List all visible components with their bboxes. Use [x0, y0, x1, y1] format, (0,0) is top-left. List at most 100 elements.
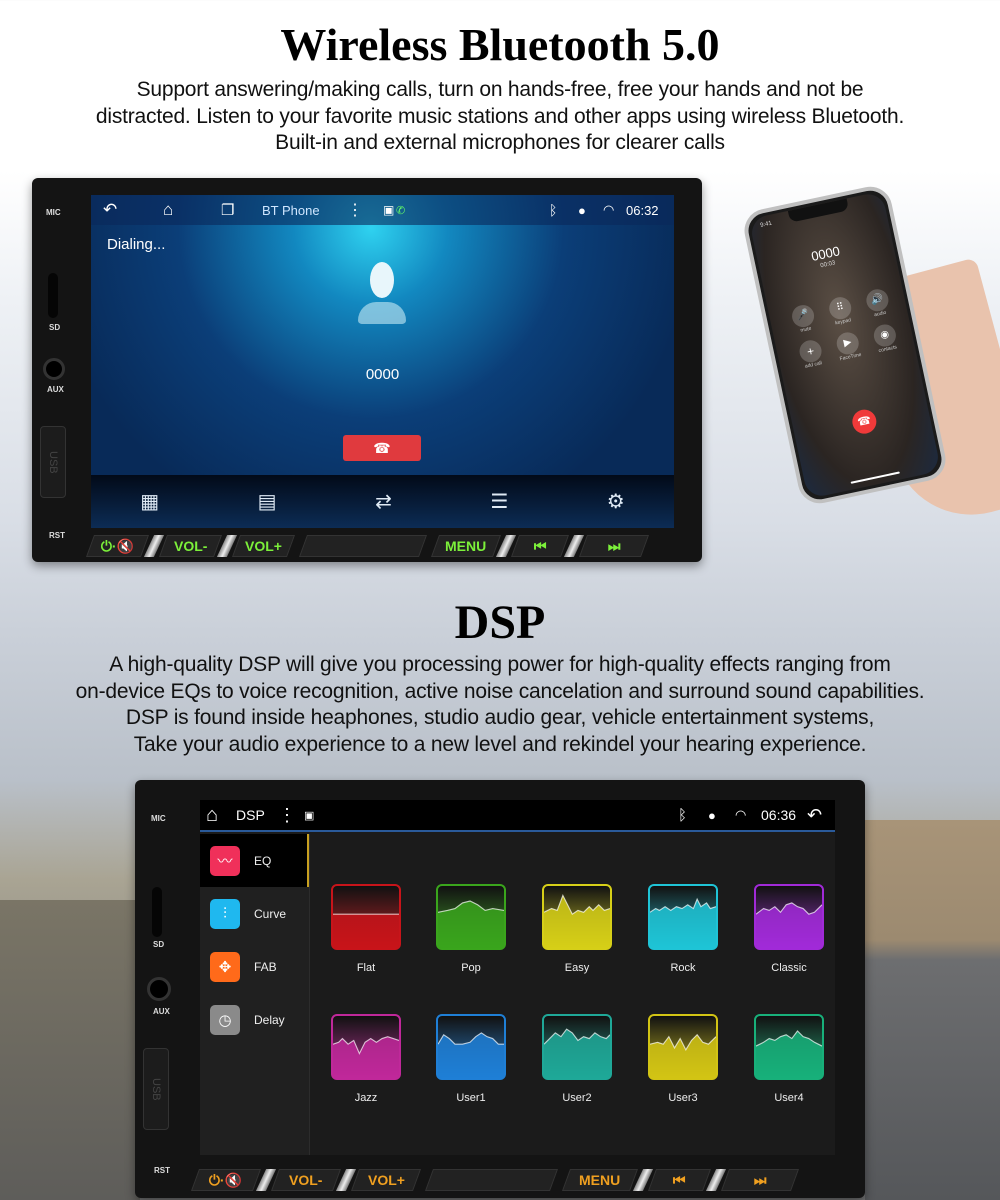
eq-preset-jazz[interactable]: Jazz: [316, 1014, 416, 1104]
sidebar-item-eq[interactable]: 〰 EQ: [200, 834, 309, 887]
eq-preset-user1[interactable]: User1: [421, 1014, 521, 1104]
bt-phone-screen: ↶ ⌂ ❐ BT Phone ⋮ ▣ ✆ ᛒ ● ◠ 06:32 Dialing…: [91, 195, 674, 528]
text-line: DSP is found inside heaphones, studio au…: [125, 706, 875, 729]
aux-jack: [147, 977, 171, 1001]
fader-balance-icon: ✥: [210, 951, 240, 982]
previous-track-button[interactable]: ⏮: [510, 535, 570, 557]
section-title-dsp: DSP: [454, 596, 546, 649]
bluetooth-icon: ᛒ: [678, 806, 688, 824]
hardware-buttons: ⏻·🔇 VOL- VOL+ MENU ⏮ ⏭: [190, 1169, 800, 1191]
eq-curve-graph: [333, 913, 399, 948]
eq-preset-pop[interactable]: Pop: [421, 884, 521, 974]
bottom-nav: ▦ ▤ ⇄ ☰ ⚙: [91, 475, 674, 528]
eq-curve-thumbnail: [542, 1014, 612, 1080]
waveform-icon: 〰: [210, 845, 240, 876]
eq-curve-graph: [438, 900, 504, 948]
call-log-icon[interactable]: ☰: [490, 489, 508, 514]
dsp-sidebar: 〰 EQ ⫶ Curve ✥ FAB ◷ Delay: [200, 834, 310, 1155]
sd-label: SD: [49, 323, 61, 332]
home-icon[interactable]: ⌂: [163, 200, 173, 220]
bluetooth-settings-icon[interactable]: ⚙: [607, 489, 625, 514]
phone-link-icon: ✆: [396, 204, 406, 217]
more-icon[interactable]: ⋮: [278, 805, 296, 826]
next-track-button[interactable]: ⏭: [578, 535, 650, 557]
text-line: Take your audio experience to a new leve…: [133, 732, 867, 756]
eq-preset-label: Flat: [356, 962, 376, 974]
phone-call-screen: 9:41 0000 00:03 🎤 mute ⠿ keypad 🔊 audio + ad…: [748, 190, 942, 500]
volume-down-button[interactable]: VOL-: [270, 1169, 342, 1191]
eq-curve-graph: [333, 1036, 399, 1078]
previous-track-button[interactable]: ⏮: [647, 1169, 712, 1191]
call-status: Dialing...: [107, 236, 166, 253]
eq-preset-rock[interactable]: Rock: [633, 884, 733, 974]
eq-preset-user4[interactable]: User4: [739, 1014, 835, 1104]
volume-up-button[interactable]: VOL+: [231, 535, 296, 557]
eq-preset-label: Rock: [670, 962, 696, 974]
sidebar-item-curve[interactable]: ⫶ Curve: [200, 887, 309, 940]
eq-preset-label: User3: [668, 1092, 698, 1104]
eq-preset-easy[interactable]: Easy: [527, 884, 627, 974]
eq-preset-user2[interactable]: User2: [527, 1014, 627, 1104]
dialpad-icon[interactable]: ▦: [140, 489, 159, 514]
home-icon[interactable]: ⌂: [206, 804, 218, 827]
eq-curve-thumbnail: [331, 884, 401, 950]
audio-button[interactable]: 🔊 audio: [864, 287, 891, 319]
sd-label: SD: [153, 940, 165, 949]
wifi-icon: ◠: [735, 807, 747, 822]
keypad-button[interactable]: ⠿ keypad: [827, 295, 854, 327]
mute-button[interactable]: 🎤 mute: [790, 303, 817, 335]
road-image: [865, 820, 1000, 1200]
eq-curve-graph: [650, 1033, 716, 1078]
eq-curve-graph: [650, 897, 716, 948]
eq-curve-graph: [756, 1030, 822, 1078]
recent-apps-icon[interactable]: ❐: [221, 201, 234, 219]
sidebar-item-delay[interactable]: ◷ Delay: [200, 993, 309, 1046]
back-icon[interactable]: ↶: [103, 200, 117, 220]
menu-button[interactable]: MENU: [561, 1169, 639, 1191]
eq-preset-classic[interactable]: Classic: [739, 884, 835, 974]
eq-curve-graph: [544, 1028, 610, 1078]
back-icon[interactable]: ↶: [807, 805, 822, 826]
call-transfer-icon[interactable]: ⇄: [375, 489, 392, 514]
rst-label: RST: [49, 531, 65, 540]
end-call-button[interactable]: ☎: [343, 435, 421, 461]
eq-curve-thumbnail: [436, 884, 506, 950]
volume-down-button[interactable]: VOL-: [158, 535, 223, 557]
facetime-button[interactable]: ▶ FaceTime: [834, 330, 862, 362]
sd-slot: [48, 273, 58, 318]
dsp-screen: ⌂ DSP ⋮ ▣ ᛒ ● ◠ 06:36 ↶ 〰 EQ ⫶ Curve ✥ FAB ◷ De…: [200, 800, 835, 1155]
power-mute-button[interactable]: ⏻·🔇: [190, 1169, 262, 1191]
clock-icon: ◷: [210, 1004, 240, 1035]
text-line: Support answering/making calls, turn on …: [136, 78, 864, 101]
eq-preset-user3[interactable]: User3: [633, 1014, 733, 1104]
phone-clock: 9:41: [759, 220, 773, 229]
eq-curve-thumbnail: [754, 1014, 824, 1080]
clock: 06:32: [626, 202, 659, 218]
eq-preset-label: User4: [774, 1092, 804, 1104]
eq-preset-flat[interactable]: Flat: [316, 884, 416, 974]
sidebar-item-label: FAB: [254, 959, 277, 974]
add-call-button[interactable]: + add call: [797, 338, 825, 370]
contacts-button[interactable]: ◉ contacts: [871, 322, 899, 354]
rst-label: RST: [154, 1166, 170, 1175]
volume-up-button[interactable]: VOL+: [350, 1169, 422, 1191]
usb-port: USB: [40, 426, 66, 498]
eq-preset-label: Jazz: [354, 1092, 378, 1104]
hardware-buttons: ⏻·🔇 VOL- VOL+ MENU ⏮ ⏭: [85, 535, 650, 557]
status-bar: ⌂ DSP ⋮ ▣ ᛒ ● ◠ 06:36 ↶: [200, 800, 835, 832]
text-line: distracted. Listen to your favorite musi…: [95, 104, 905, 128]
next-track-button[interactable]: ⏭: [720, 1169, 800, 1191]
sidebar-item-fab[interactable]: ✥ FAB: [200, 940, 309, 993]
menu-button[interactable]: MENU: [430, 535, 502, 557]
phone-end-call-button[interactable]: ☎: [850, 407, 879, 436]
gallery-icon: ▣: [304, 809, 315, 822]
more-icon[interactable]: ⋮: [347, 200, 363, 220]
contacts-icon[interactable]: ▤: [258, 489, 277, 514]
phone-notch: [787, 198, 850, 223]
eq-curve-thumbnail: [436, 1014, 506, 1080]
smartphone: 9:41 0000 00:03 🎤 mute ⠿ keypad 🔊 audio + ad…: [740, 182, 950, 508]
app-title: DSP: [236, 807, 265, 823]
home-indicator: [850, 471, 900, 484]
call-controls: 🎤 mute ⠿ keypad 🔊 audio + add call ▶ FaceTime…: [782, 286, 907, 372]
power-mute-button[interactable]: ⏻·🔇: [85, 535, 150, 557]
